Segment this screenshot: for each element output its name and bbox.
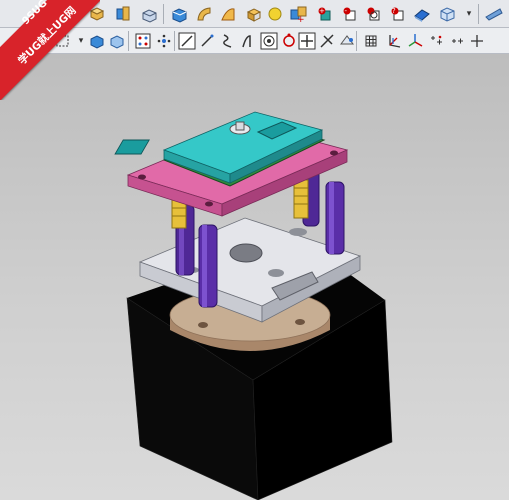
cylinder-icon[interactable]: [168, 3, 190, 25]
intersection-icon[interactable]: [316, 30, 338, 52]
boolean-unite-icon[interactable]: +: [288, 3, 310, 25]
mold-assembly-model[interactable]: [0, 54, 509, 500]
grid-icon[interactable]: [360, 30, 382, 52]
point-on-curve-icon[interactable]: [238, 30, 260, 52]
line-icon[interactable]: [176, 30, 198, 52]
boolean-split-icon[interactable]: ?: [386, 3, 408, 25]
sweep-icon[interactable]: [193, 3, 215, 25]
svg-text:+: +: [297, 15, 305, 23]
dropdown-icon[interactable]: ▾: [458, 3, 480, 25]
crosshair-icon[interactable]: [466, 30, 488, 52]
add-point-icon[interactable]: [446, 30, 468, 52]
boolean-trim-icon[interactable]: [362, 3, 384, 25]
boolean-intersect-icon[interactable]: -: [338, 3, 360, 25]
plus-point-icon[interactable]: [296, 30, 318, 52]
thicken-icon[interactable]: [242, 3, 264, 25]
view-orient-icon[interactable]: [436, 3, 458, 25]
sphere-icon[interactable]: [264, 3, 286, 25]
snap-point-icon[interactable]: [153, 30, 175, 52]
boolean-subtract-icon[interactable]: +: [313, 3, 335, 25]
block-icon[interactable]: [138, 3, 160, 25]
curve-icon[interactable]: [217, 30, 239, 52]
snap-points-icon[interactable]: [132, 30, 154, 52]
edge-blend-icon[interactable]: [411, 3, 433, 25]
svg-text:?: ?: [392, 7, 396, 15]
wcs-icon[interactable]: [383, 30, 405, 52]
center-point-icon[interactable]: [258, 30, 280, 52]
svg-text:+: +: [319, 7, 325, 15]
csys-icon[interactable]: [404, 30, 426, 52]
surface-icon[interactable]: [217, 3, 239, 25]
datum-icon[interactable]: [336, 30, 358, 52]
watermark-ribbon: 9SUG 学UG就上UG网: [0, 0, 100, 100]
arc-icon[interactable]: [196, 30, 218, 52]
cube-select-icon[interactable]: [106, 30, 128, 52]
revolve-icon[interactable]: [112, 3, 134, 25]
move-icon[interactable]: [425, 30, 447, 52]
shaded-view-icon[interactable]: [483, 3, 505, 25]
graphics-viewport[interactable]: [0, 54, 509, 500]
